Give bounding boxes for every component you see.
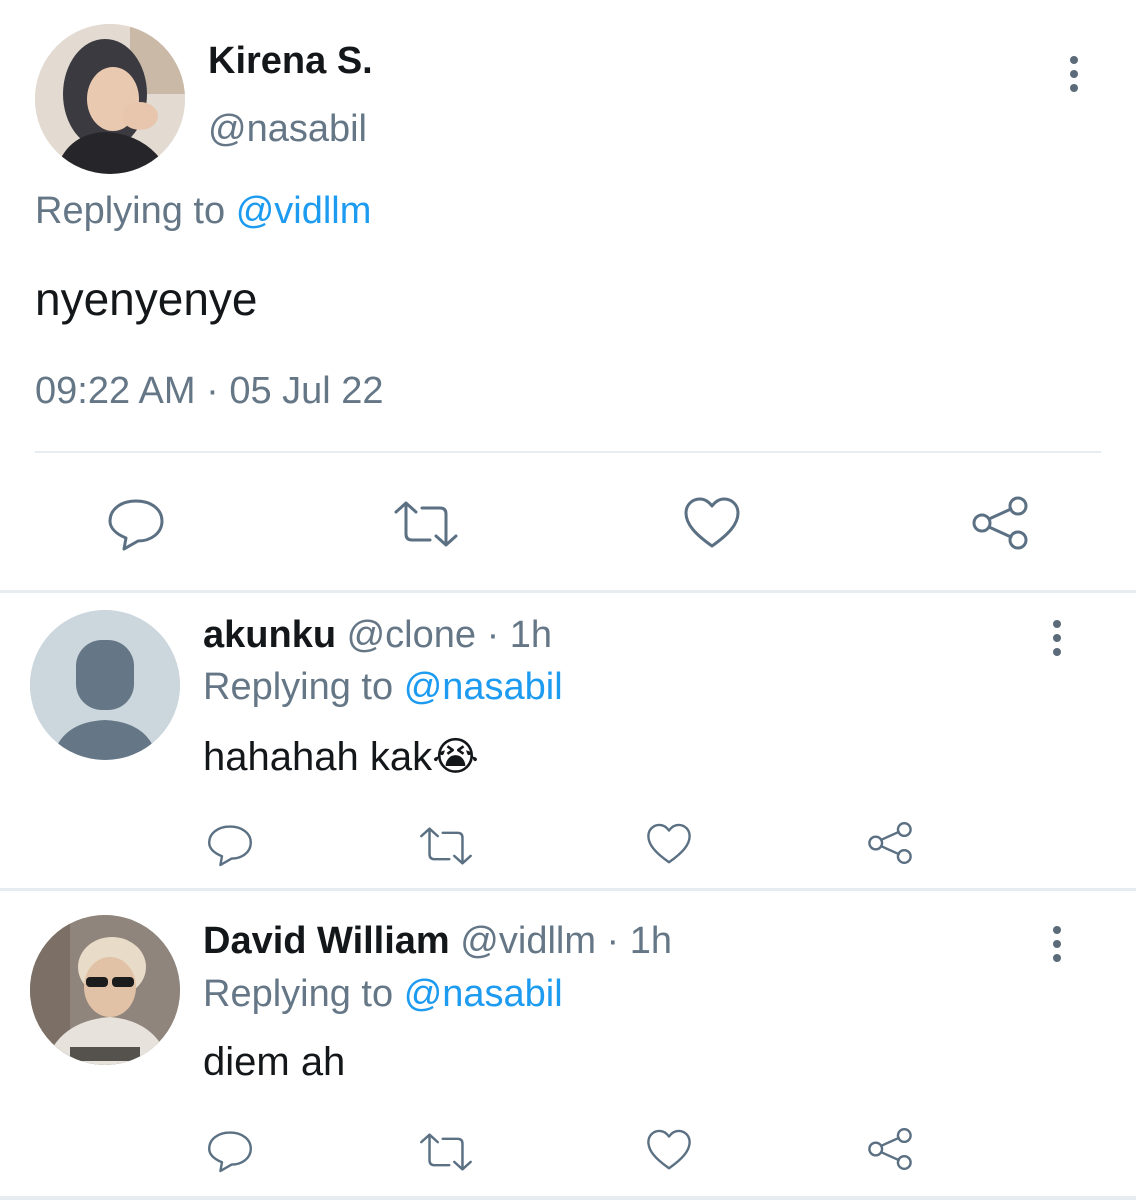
default-avatar-icon: [30, 610, 180, 760]
share-icon[interactable]: [866, 820, 914, 866]
replying-to: Replying to @nasabil: [203, 666, 563, 709]
tweet-divider: [0, 888, 1136, 891]
avatar-photo: [30, 915, 180, 1065]
tweet-divider: [0, 1196, 1136, 1200]
avatar[interactable]: [30, 610, 180, 760]
reply-icon[interactable]: [206, 1128, 254, 1174]
reply-text-row: hahahah kak😭: [203, 734, 479, 780]
display-name[interactable]: Kirena S.: [208, 40, 373, 83]
retweet-icon[interactable]: [418, 1132, 474, 1172]
tweet-text: nyenyenye: [35, 273, 258, 325]
display-name[interactable]: David William: [203, 920, 450, 962]
reply-icon[interactable]: [106, 496, 166, 552]
like-icon[interactable]: [683, 496, 741, 550]
more-options-icon[interactable]: [1050, 620, 1064, 656]
like-icon[interactable]: [646, 1128, 692, 1172]
more-options-icon[interactable]: [1050, 926, 1064, 962]
share-icon[interactable]: [970, 494, 1030, 552]
retweet-icon[interactable]: [392, 500, 460, 548]
retweet-icon[interactable]: [418, 826, 474, 866]
tweet-divider: [0, 590, 1136, 593]
replying-to-label: Replying to: [35, 190, 226, 232]
replying-to: Replying to @nasabil: [203, 973, 563, 1016]
replying-to-label: Replying to: [203, 666, 394, 708]
more-options-icon[interactable]: [1067, 56, 1081, 92]
avatar[interactable]: [35, 24, 185, 174]
reply-icon[interactable]: [206, 822, 254, 868]
replying-to: Replying to @vidllm: [35, 190, 371, 233]
user-handle-time[interactable]: @vidllm · 1h: [460, 920, 672, 962]
share-icon[interactable]: [866, 1126, 914, 1172]
section-divider: [35, 451, 1101, 453]
replying-to-handle[interactable]: @nasabil: [404, 973, 563, 1015]
avatar[interactable]: [30, 915, 180, 1065]
replying-to-handle[interactable]: @nasabil: [404, 666, 563, 708]
reply-text: hahahah kak: [203, 735, 433, 779]
like-icon[interactable]: [646, 822, 692, 866]
crying-emoji-icon: 😭: [432, 734, 479, 780]
replying-to-label: Replying to: [203, 973, 394, 1015]
avatar-photo: [35, 24, 185, 174]
user-handle[interactable]: @nasabil: [208, 108, 367, 151]
reply-header: David William @vidllm · 1h: [203, 920, 672, 963]
replying-to-handle[interactable]: @vidllm: [236, 190, 372, 232]
reply-header: akunku @clone · 1h: [203, 614, 552, 657]
reply-text: diem ah: [203, 1040, 346, 1084]
display-name[interactable]: akunku: [203, 614, 336, 656]
tweet-timestamp: 09:22 AM · 05 Jul 22: [35, 370, 384, 412]
user-handle-time[interactable]: @clone · 1h: [347, 614, 552, 656]
